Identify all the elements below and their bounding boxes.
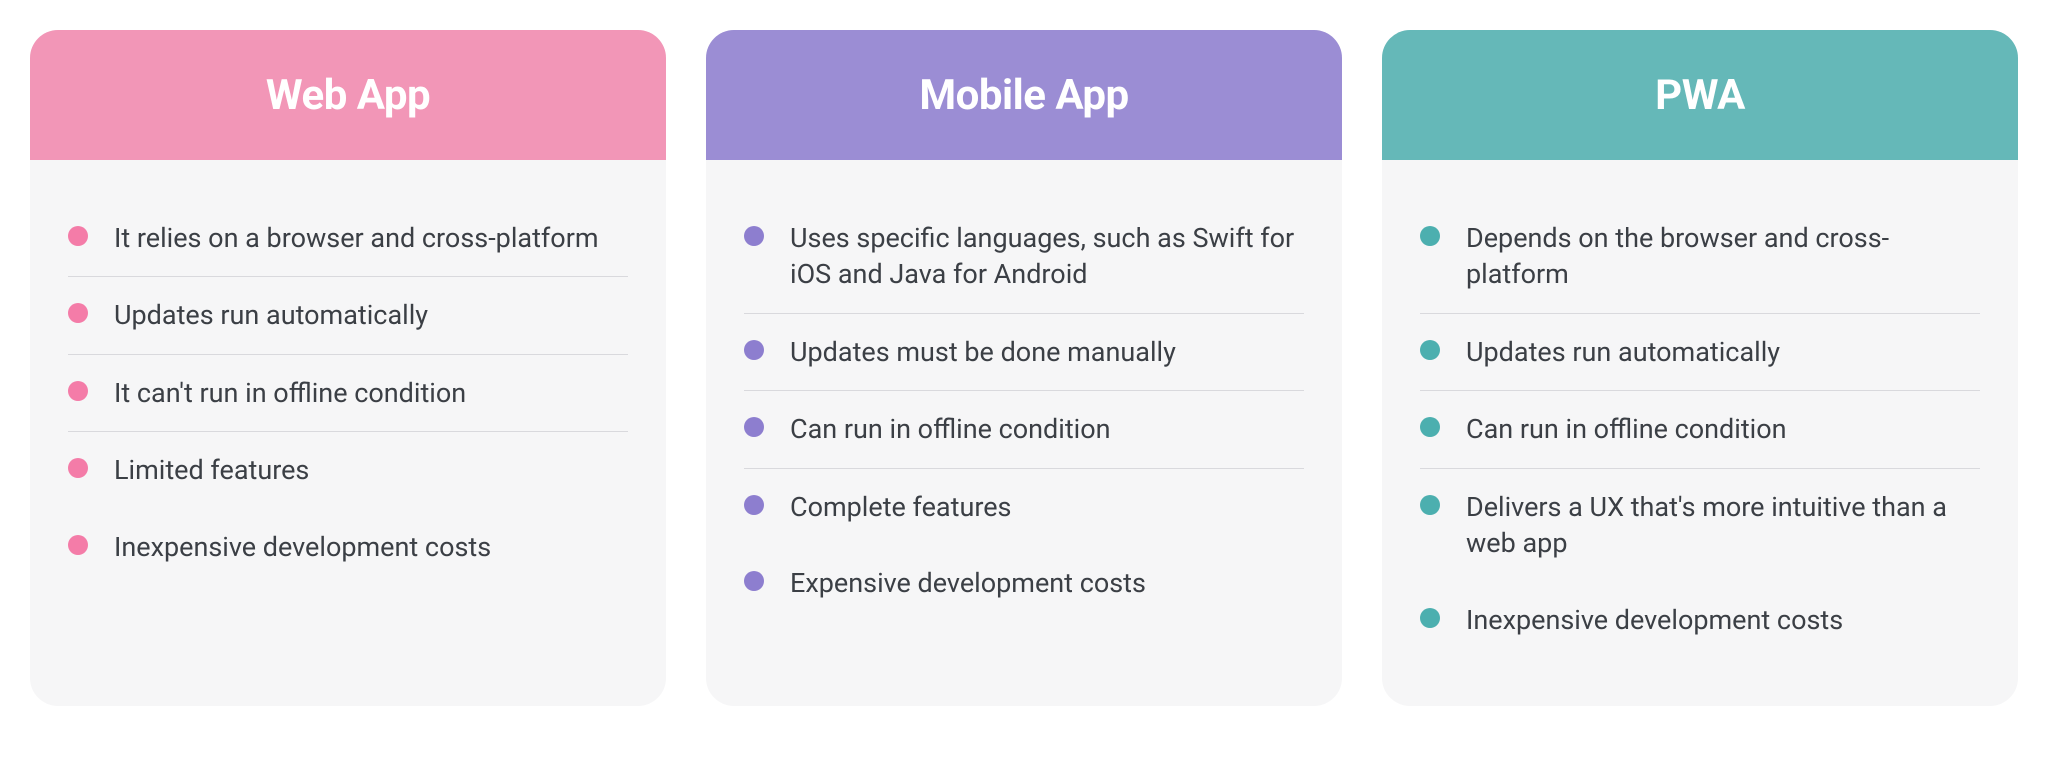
feature-text: It can't run in offline condition [114, 375, 466, 411]
bullet-icon [744, 571, 764, 591]
card-title: Web App [266, 71, 430, 120]
bullet-icon [1420, 417, 1440, 437]
card-header: Web App [30, 30, 666, 160]
feature-text: Inexpensive development costs [1466, 602, 1843, 638]
bullet-icon [1420, 226, 1440, 246]
feature-item: It can't run in offline condition [68, 355, 628, 432]
feature-text: Delivers a UX that's more intuitive than… [1466, 489, 1980, 562]
bullet-icon [68, 381, 88, 401]
bullet-icon [68, 535, 88, 555]
feature-text: Can run in offline condition [1466, 411, 1787, 447]
feature-text: Can run in offline condition [790, 411, 1111, 447]
card-body: It relies on a browser and cross-platfor… [30, 160, 666, 706]
card-header: Mobile App [706, 30, 1342, 160]
feature-text: Updates run automatically [1466, 334, 1780, 370]
feature-item: Limited features [68, 432, 628, 508]
card-web-app: Web App It relies on a browser and cross… [30, 30, 666, 706]
feature-item: Inexpensive development costs [68, 509, 628, 585]
card-header: PWA [1382, 30, 2018, 160]
feature-text: Depends on the browser and cross-platfor… [1466, 220, 1980, 293]
feature-item: Depends on the browser and cross-platfor… [1420, 200, 1980, 314]
bullet-icon [68, 226, 88, 246]
bullet-icon [744, 340, 764, 360]
card-title: Mobile App [919, 71, 1128, 120]
feature-item: Updates run automatically [68, 277, 628, 354]
bullet-icon [1420, 495, 1440, 515]
feature-item: It relies on a browser and cross-platfor… [68, 200, 628, 277]
bullet-icon [744, 226, 764, 246]
card-body: Uses specific languages, such as Swift f… [706, 160, 1342, 706]
feature-text: Complete features [790, 489, 1011, 525]
bullet-icon [1420, 340, 1440, 360]
feature-item: Complete features [744, 469, 1304, 545]
feature-text: It relies on a browser and cross-platfor… [114, 220, 599, 256]
feature-item: Uses specific languages, such as Swift f… [744, 200, 1304, 314]
feature-item: Can run in offline condition [1420, 391, 1980, 468]
feature-text: Uses specific languages, such as Swift f… [790, 220, 1304, 293]
feature-text: Limited features [114, 452, 309, 488]
feature-text: Updates run automatically [114, 297, 428, 333]
bullet-icon [744, 495, 764, 515]
feature-text: Updates must be done manually [790, 334, 1176, 370]
comparison-cards-row: Web App It relies on a browser and cross… [30, 30, 2018, 706]
card-mobile-app: Mobile App Uses specific languages, such… [706, 30, 1342, 706]
feature-item: Can run in offline condition [744, 391, 1304, 468]
bullet-icon [744, 417, 764, 437]
feature-item: Expensive development costs [744, 545, 1304, 621]
feature-item: Updates run automatically [1420, 314, 1980, 391]
bullet-icon [68, 303, 88, 323]
bullet-icon [1420, 608, 1440, 628]
feature-text: Expensive development costs [790, 565, 1146, 601]
card-pwa: PWA Depends on the browser and cross-pla… [1382, 30, 2018, 706]
feature-item: Inexpensive development costs [1420, 582, 1980, 658]
card-title: PWA [1655, 71, 1745, 120]
feature-item: Updates must be done manually [744, 314, 1304, 391]
feature-text: Inexpensive development costs [114, 529, 491, 565]
card-body: Depends on the browser and cross-platfor… [1382, 160, 2018, 706]
feature-item: Delivers a UX that's more intuitive than… [1420, 469, 1980, 582]
bullet-icon [68, 458, 88, 478]
